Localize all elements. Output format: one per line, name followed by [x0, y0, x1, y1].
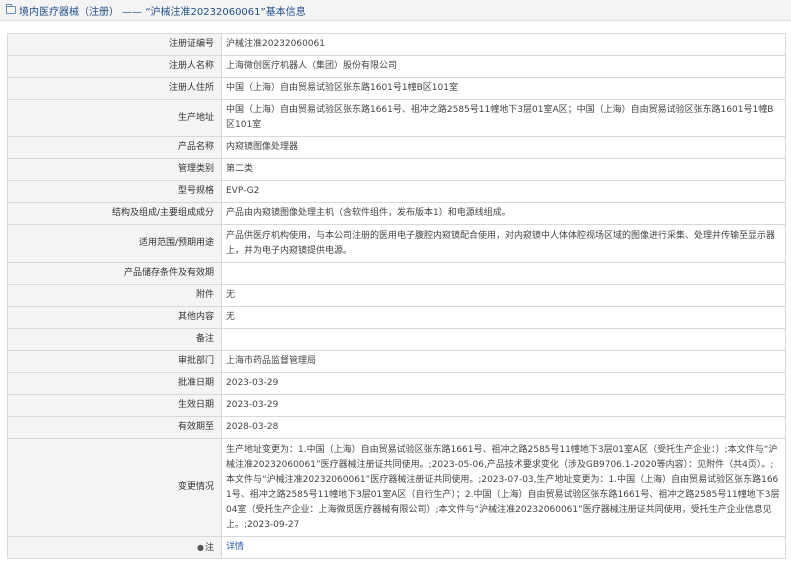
row-label: 批准日期 [7, 372, 222, 395]
row-label: 变更情况 [7, 438, 222, 537]
table-row: ●注 详情 [7, 536, 786, 559]
table-row: 有效期至 2028-03-28 [7, 416, 786, 439]
row-value [221, 328, 786, 351]
row-label: 注册人名称 [7, 55, 222, 78]
row-value: 内窥镜图像处理器 [221, 136, 786, 159]
row-value: 2023-03-29 [221, 394, 786, 417]
page-title: 境内医疗器械（注册） —— “沪械注准20232060061”基本信息 [19, 6, 306, 18]
row-label: 生效日期 [7, 394, 222, 417]
row-value: EVP-G2 [221, 180, 786, 203]
table-row: 生效日期 2023-03-29 [7, 394, 786, 417]
note-label: 注 [204, 542, 214, 553]
bell-icon: ● [197, 542, 204, 552]
row-label: 适用范围/预期用途 [7, 224, 222, 263]
row-label: 其他内容 [7, 306, 222, 329]
table-row: 型号规格 EVP-G2 [7, 180, 786, 203]
table-row: 变更情况 生产地址变更为：1.中国（上海）自由贸易试验区张东路1661号、祖冲之… [7, 438, 786, 537]
table-row: 产品名称 内窥镜图像处理器 [7, 136, 786, 159]
table-row: 产品储存条件及有效期 [7, 262, 786, 285]
row-value [221, 262, 786, 285]
table-row: 附件 无 [7, 284, 786, 307]
page-header: 境内医疗器械（注册） —— “沪械注准20232060061”基本信息 [0, 0, 791, 21]
row-label: 型号规格 [7, 180, 222, 203]
table-row: 生产地址 中国（上海）自由贸易试验区张东路1661号、祖冲之路2585号11幢地… [7, 99, 786, 137]
folder-icon [6, 4, 16, 14]
row-label: 生产地址 [7, 99, 222, 137]
row-label: 结构及组成/主要组成成分 [7, 202, 222, 225]
row-value: 2023-03-29 [221, 372, 786, 395]
row-value: 中国（上海）自由贸易试验区张东路1601号1幢B区101室 [221, 77, 786, 100]
row-value: 无 [221, 306, 786, 329]
table-row: 批准日期 2023-03-29 [7, 372, 786, 395]
table-row: 审批部门 上海市药品监督管理局 [7, 350, 786, 373]
row-value: 上海微创医疗机器人（集团）股份有限公司 [221, 55, 786, 78]
table-row: 注册人住所 中国（上海）自由贸易试验区张东路1601号1幢B区101室 [7, 77, 786, 100]
row-label: 注册人住所 [7, 77, 222, 100]
row-label: 产品储存条件及有效期 [7, 262, 222, 285]
row-value: 上海市药品监督管理局 [221, 350, 786, 373]
row-label: 注册证编号 [7, 33, 222, 56]
row-label: 审批部门 [7, 350, 222, 373]
table-row: 结构及组成/主要组成成分 产品由内窥镜图像处理主机（含软件组件，发布版本1）和电… [7, 202, 786, 225]
table-row: 管理类别 第二类 [7, 158, 786, 181]
row-label: 有效期至 [7, 416, 222, 439]
row-label: 附件 [7, 284, 222, 307]
note-label-cell: ●注 [7, 536, 222, 559]
row-label: 管理类别 [7, 158, 222, 181]
note-value-cell: 详情 [221, 536, 786, 559]
row-value: 无 [221, 284, 786, 307]
table-row: 适用范围/预期用途 产品供医疗机构使用，与本公司注册的医用电子腹腔内窥镜配合使用… [7, 224, 786, 263]
row-value: 沪械注准20232060061 [221, 33, 786, 56]
table-row: 注册证编号 沪械注准20232060061 [7, 33, 786, 56]
table-row: 其他内容 无 [7, 306, 786, 329]
table-row: 注册人名称 上海微创医疗机器人（集团）股份有限公司 [7, 55, 786, 78]
details-link[interactable]: 详情 [226, 542, 244, 552]
row-value: 2028-03-28 [221, 416, 786, 439]
table-row: 备注 [7, 328, 786, 351]
registration-info-table: 注册证编号 沪械注准20232060061 注册人名称 上海微创医疗机器人（集团… [7, 33, 786, 559]
row-value: 产品由内窥镜图像处理主机（含软件组件，发布版本1）和电源线组成。 [221, 202, 786, 225]
row-label: 产品名称 [7, 136, 222, 159]
row-value: 产品供医疗机构使用，与本公司注册的医用电子腹腔内窥镜配合使用，对内窥镜中人体体腔… [221, 224, 786, 263]
row-value: 中国（上海）自由贸易试验区张东路1661号、祖冲之路2585号11幢地下3层01… [221, 99, 786, 137]
row-value: 生产地址变更为：1.中国（上海）自由贸易试验区张东路1661号、祖冲之路2585… [221, 438, 786, 537]
row-label: 备注 [7, 328, 222, 351]
row-value: 第二类 [221, 158, 786, 181]
